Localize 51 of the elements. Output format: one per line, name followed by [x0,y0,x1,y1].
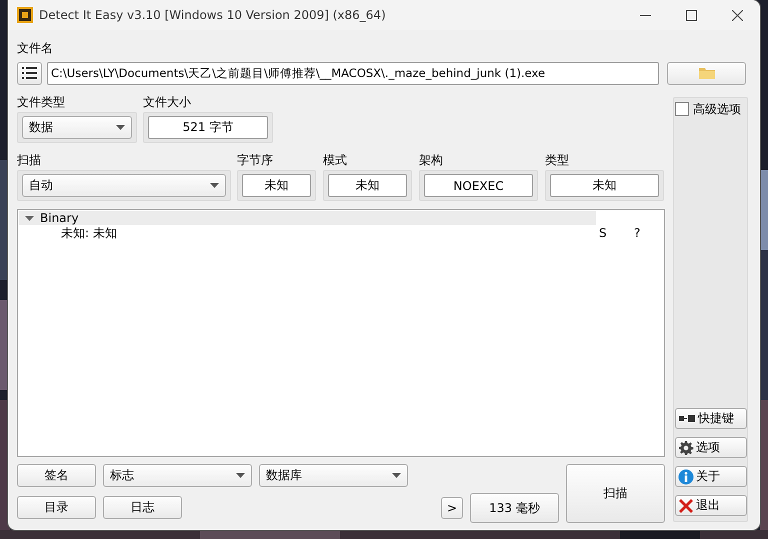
caret-icon [210,183,219,188]
tree-item[interactable]: 未知: 未知 [61,224,597,242]
menu-button[interactable] [17,62,42,84]
file-type-label: 文件类型 [17,94,66,110]
database-dropdown[interactable]: 数据库 [259,464,408,487]
shortcuts-button[interactable]: 快捷键 [675,408,747,429]
minimize-icon[interactable] [640,14,650,16]
about-button[interactable]: 关于 [675,466,747,487]
info-field[interactable]: 未知 [242,174,311,197]
file-size-field[interactable]: 521 字节 [148,116,268,139]
close-icon [678,498,694,514]
info-label: 类型 [545,152,570,168]
elapsed-time-button[interactable]: 133 毫秒 [470,493,559,523]
file-type-dropdown[interactable]: 数据 [22,116,132,139]
maximize-icon[interactable] [686,10,696,20]
folder-icon [698,67,714,79]
scan-button[interactable]: 扫描 [566,464,665,523]
file-name-label: 文件名 [17,40,54,56]
caret-icon [116,125,125,130]
list-icon [22,67,37,79]
advanced-options-label: 高级选项 [693,101,741,117]
more-button[interactable]: > [441,497,463,519]
caret-icon [236,473,245,478]
tree-item[interactable]: Binary [40,211,79,225]
file-path-field[interactable]: C:\Users\LY\Documents\天乙\之前题目\师傅推荐\__MACOSX\._maze_behind_junk (1).exe [47,62,659,84]
flags-dropdown[interactable]: 标志 [103,464,252,487]
tree-cell-text: S [599,226,608,240]
tree-cell: ? [634,226,640,240]
window-title: Detect It Easy v3.10 [Windows 10 Version 2009] (x86_64) [39,8,387,22]
scan-label: 扫描 [17,152,42,168]
info-label: 模式 [323,152,348,168]
caret-icon [392,473,401,478]
signatures-button[interactable]: 签名 [17,464,96,487]
info-field[interactable]: 未知 [550,174,659,197]
options-button[interactable]: 选项 [675,437,747,458]
checkbox[interactable] [675,102,689,116]
shortcut-icon [678,414,696,423]
info-label: 字节序 [237,152,274,168]
settings-icon [678,440,694,456]
info-label: 架构 [419,152,444,168]
info-field[interactable]: NOEXEC [424,174,533,197]
app-icon [17,7,33,23]
directory-button[interactable]: 目录 [17,496,96,519]
file-size-label: 文件大小 [143,94,192,110]
scan-mode-dropdown[interactable]: 自动 [22,174,226,197]
exit-button[interactable]: 退出 [675,495,747,516]
expand-icon[interactable] [25,214,34,222]
close-icon[interactable] [732,10,742,20]
info-icon [678,468,694,484]
log-button[interactable]: 日志 [103,496,182,519]
info-field[interactable]: 未知 [328,174,407,197]
